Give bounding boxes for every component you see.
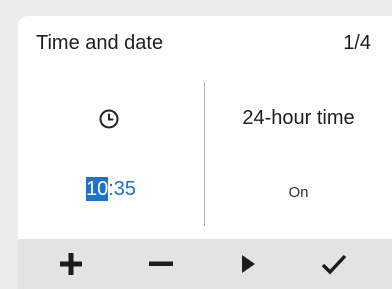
plus-icon [60, 253, 82, 275]
display-screen: Time and date 1/4 10:35 24-hour time On [18, 16, 392, 289]
increase-button[interactable] [36, 239, 106, 289]
clock-icon [98, 108, 120, 130]
time-minutes-field[interactable]: 35 [114, 178, 136, 200]
play-icon [239, 253, 257, 275]
decrease-button[interactable] [126, 239, 196, 289]
next-button[interactable] [213, 239, 283, 289]
time-value[interactable]: 10:35 [18, 177, 204, 201]
screen-header: Time and date 1/4 [18, 16, 392, 74]
confirm-button[interactable] [299, 239, 369, 289]
time-hours-field[interactable]: 10 [85, 177, 109, 201]
page-title: Time and date [36, 32, 164, 54]
page-indicator: 1/4 [343, 32, 371, 54]
checkmark-icon [321, 253, 347, 275]
hour-format-value[interactable]: On [205, 184, 392, 201]
device-frame: Time and date 1/4 10:35 24-hour time On [0, 0, 392, 289]
minus-icon [149, 253, 173, 275]
hour-format-label: 24-hour time [242, 107, 355, 129]
time-setting-panel[interactable]: 10:35 [18, 74, 204, 239]
bottom-toolbar [18, 239, 392, 289]
settings-content: 10:35 24-hour time On [18, 74, 392, 239]
hour-format-panel[interactable]: 24-hour time On [205, 74, 392, 239]
